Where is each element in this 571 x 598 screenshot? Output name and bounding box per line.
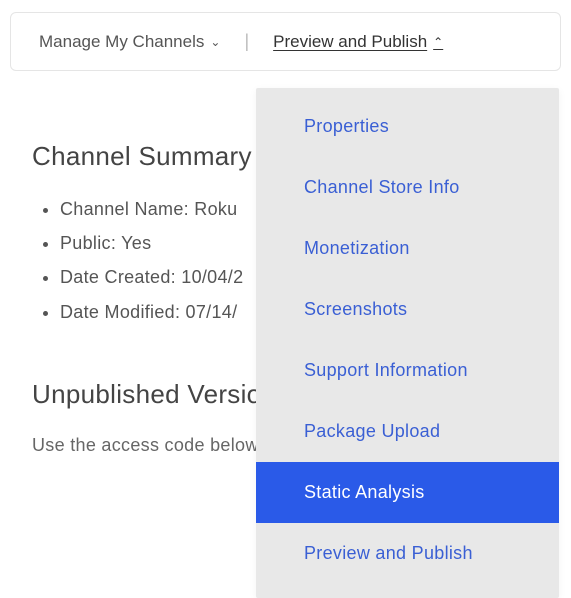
dropdown-item-static-analysis[interactable]: Static Analysis — [256, 462, 559, 523]
tab-divider: | — [244, 31, 249, 52]
dropdown-item-monetization[interactable]: Monetization — [256, 218, 559, 279]
dropdown-item-channel-store-info[interactable]: Channel Store Info — [256, 157, 559, 218]
dropdown-item-properties[interactable]: Properties — [256, 88, 559, 157]
tab-manage-my-channels[interactable]: Manage My Channels ⌄ — [39, 32, 220, 52]
tab-preview-and-publish[interactable]: Preview and Publish ⌃ — [273, 32, 443, 52]
dropdown-item-preview-and-publish[interactable]: Preview and Publish — [256, 523, 559, 584]
preview-publish-dropdown: Properties Channel Store Info Monetizati… — [256, 88, 559, 598]
top-navigation-bar: Manage My Channels ⌄ | Preview and Publi… — [10, 12, 561, 71]
dropdown-item-package-upload[interactable]: Package Upload — [256, 401, 559, 462]
tab-manage-label: Manage My Channels — [39, 32, 204, 52]
dropdown-item-screenshots[interactable]: Screenshots — [256, 279, 559, 340]
chevron-down-icon: ⌄ — [210, 35, 220, 49]
dropdown-item-support-information[interactable]: Support Information — [256, 340, 559, 401]
chevron-up-icon: ⌃ — [433, 35, 443, 49]
tab-preview-label: Preview and Publish — [273, 32, 427, 52]
